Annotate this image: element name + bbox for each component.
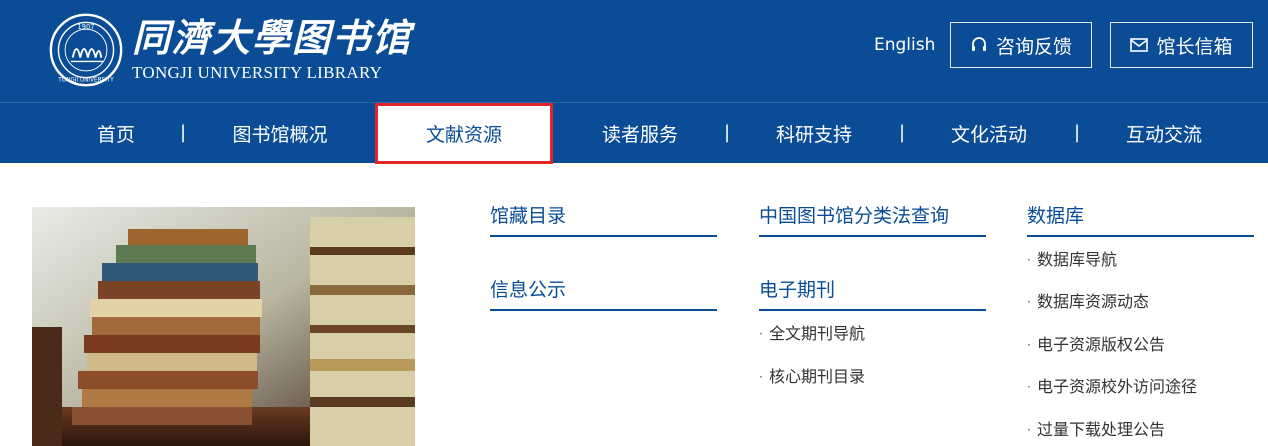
feedback-button[interactable]: 咨询反馈 — [950, 22, 1092, 68]
menu-underline — [490, 235, 717, 237]
logo-english-title: TONGJI UNIVERSITY LIBRARY — [132, 63, 383, 82]
nav-reader-services[interactable]: 读者服务 — [590, 103, 690, 163]
english-link[interactable]: English — [874, 34, 935, 56]
menu-underline — [1027, 235, 1254, 237]
menu-link-database[interactable]: 数据库 — [1027, 200, 1254, 232]
headset-icon — [971, 37, 986, 51]
bullet-icon: · — [1027, 423, 1031, 437]
bullet-icon: · — [1027, 338, 1031, 352]
director-mailbox-button[interactable]: 馆长信箱 — [1110, 22, 1253, 68]
menu-subitem-core-journals[interactable]: · 核心期刊目录 — [759, 367, 865, 387]
nav-home[interactable]: 首页 — [80, 103, 152, 163]
nav-separator: | — [1074, 122, 1081, 143]
bullet-icon: · — [1027, 253, 1031, 267]
menu-subitem-database-nav[interactable]: · 数据库导航 — [1027, 250, 1117, 270]
bullet-icon: · — [759, 370, 763, 384]
nav-separator: | — [180, 122, 187, 143]
menu-column-ejournals: 电子期刊 — [759, 274, 986, 311]
menu-subitem-fulltext-journals[interactable]: · 全文期刊导航 — [759, 324, 865, 344]
university-seal-icon: 1907 TONGJI UNIVERSITY — [49, 13, 123, 87]
menu-link-library-catalog[interactable]: 馆藏目录 — [490, 200, 717, 232]
menu-column-info: 信息公示 — [490, 274, 717, 311]
menu-link-ejournals[interactable]: 电子期刊 — [759, 274, 986, 306]
feedback-label: 咨询反馈 — [995, 35, 1072, 58]
nav-interaction[interactable]: 互动交流 — [1114, 103, 1214, 163]
bullet-icon: · — [1027, 380, 1031, 394]
menu-underline — [759, 235, 986, 237]
seal-text: TONGJI UNIVERSITY — [57, 77, 114, 83]
menu-underline — [759, 309, 986, 311]
menu-subitem-copyright-notice[interactable]: · 电子资源版权公告 — [1027, 335, 1165, 355]
bullet-icon: · — [1027, 295, 1031, 309]
nav-library-overview[interactable]: 图书馆概况 — [222, 103, 338, 163]
menu-column-classification: 中国图书馆分类法查询 — [759, 200, 986, 237]
nav-literature-resources[interactable]: 文献资源 — [375, 103, 553, 164]
mailbox-label: 馆长信箱 — [1156, 35, 1233, 58]
menu-column-catalog: 馆藏目录 — [490, 200, 717, 237]
menu-column-database: 数据库 — [1027, 200, 1254, 237]
seal-year: 1907 — [78, 23, 95, 31]
mail-icon — [1130, 38, 1149, 52]
bullet-icon: · — [759, 327, 763, 341]
nav-research-support[interactable]: 科研支持 — [764, 103, 864, 163]
menu-underline — [490, 309, 717, 311]
menu-subitem-offcampus-access[interactable]: · 电子资源校外访问途径 — [1027, 377, 1197, 397]
nav-separator: | — [724, 122, 731, 143]
menu-subitem-database-news[interactable]: · 数据库资源动态 — [1027, 292, 1149, 312]
nav-cultural-activities[interactable]: 文化活动 — [939, 103, 1039, 163]
menu-subitem-excessive-download[interactable]: · 过量下载处理公告 — [1027, 420, 1165, 440]
site-header: 1907 TONGJI UNIVERSITY 同濟大學图书馆 TONGJI UN… — [0, 0, 1268, 102]
main-nav: 首页 | 图书馆概况 文献资源 读者服务 | 科研支持 | 文化活动 | 互动交… — [0, 103, 1268, 164]
books-photo — [32, 207, 415, 446]
menu-link-classification-query[interactable]: 中国图书馆分类法查询 — [759, 200, 986, 232]
logo-chinese-title: 同濟大學图书馆 — [132, 15, 413, 60]
nav-separator: | — [899, 122, 906, 143]
menu-link-info-disclosure[interactable]: 信息公示 — [490, 274, 717, 306]
library-logo[interactable]: 1907 TONGJI UNIVERSITY 同濟大學图书馆 TONGJI UN… — [48, 10, 412, 90]
